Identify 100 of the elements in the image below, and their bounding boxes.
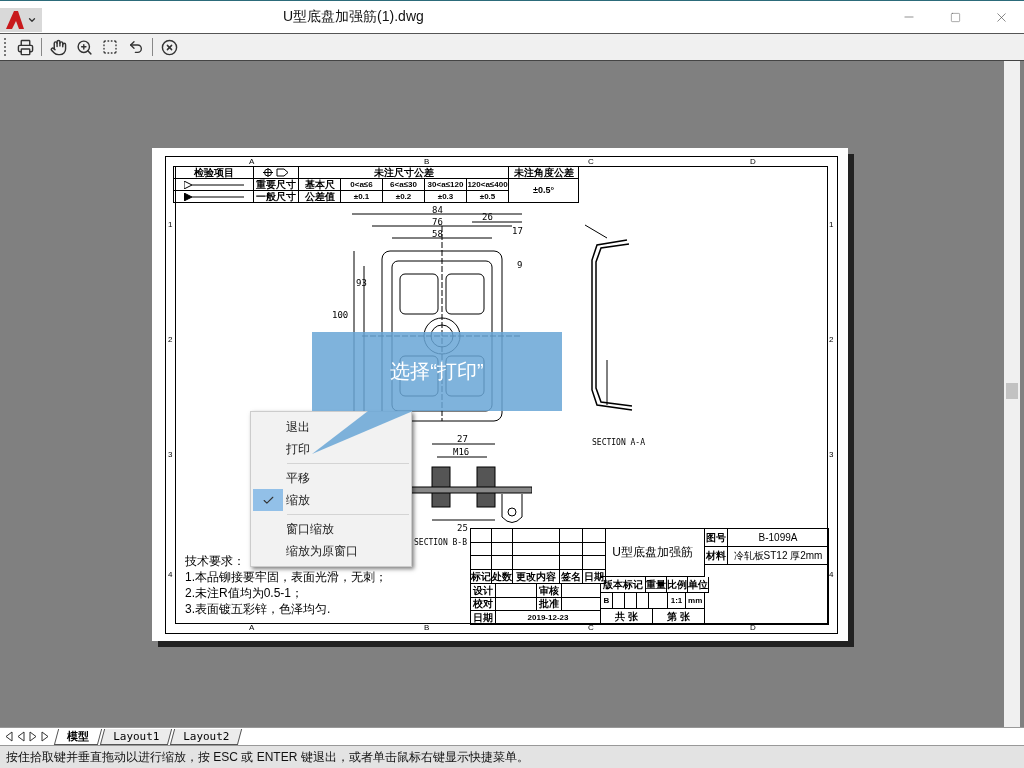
table-cell: 更改内容	[513, 570, 560, 584]
zone-label: D	[750, 158, 756, 166]
zoom-button[interactable]	[74, 37, 94, 57]
table-cell: B	[601, 593, 613, 609]
menu-item[interactable]: 退出	[251, 416, 411, 438]
table-cell: 1:1	[667, 593, 687, 609]
zone-label: 1	[829, 221, 834, 229]
table-cell: ±0.3	[425, 191, 467, 203]
zone-label: 3	[168, 451, 173, 459]
table-cell: 未注尺寸公差	[299, 167, 509, 179]
table-cell: 30<a≤120	[425, 179, 467, 191]
table-cell: ±0.5°	[509, 179, 579, 203]
table-cell: 审核	[537, 583, 562, 598]
table-cell: 比例	[667, 577, 688, 593]
table-cell: 第 张	[653, 609, 705, 625]
zone-label: 2	[829, 336, 834, 344]
thumb-icon	[1004, 383, 1020, 399]
table-cell: 检验项目	[174, 167, 254, 179]
menu-item[interactable]: 平移	[251, 467, 411, 489]
close-preview-button[interactable]	[159, 37, 179, 57]
next-tab-icon[interactable]	[28, 731, 38, 742]
table-cell: ±0.1	[341, 191, 383, 203]
table-cell: 设计	[471, 583, 496, 598]
menu-item[interactable]: 打印	[251, 438, 411, 460]
notes-title: 技术要求：	[185, 554, 246, 568]
zone-label: 4	[168, 571, 173, 579]
empty-cell	[583, 556, 606, 571]
table-cell: 批准	[537, 597, 562, 612]
section-label: SECTION B-B	[414, 538, 467, 547]
table-cell: 重要尺寸	[254, 179, 299, 191]
table-cell: 签名	[560, 570, 583, 584]
table-cell: 一般尺寸	[254, 191, 299, 203]
table-cell: 120<a≤400	[467, 179, 509, 191]
maximize-icon	[949, 11, 961, 23]
table-cell: 校对	[471, 597, 496, 612]
menu-item[interactable]: 缩放为原窗口	[251, 540, 411, 562]
zone-label: B	[424, 158, 430, 166]
table-cell: 公差值	[299, 191, 341, 203]
layout-tab[interactable]: Layout1	[99, 729, 173, 745]
previous-tab-icon[interactable]	[16, 731, 26, 742]
empty-cell	[496, 583, 537, 598]
table-cell: 材料	[705, 547, 728, 565]
table-cell: 重量	[646, 577, 667, 593]
application-menu-button[interactable]	[0, 8, 42, 32]
pan-button[interactable]	[48, 37, 68, 57]
zone-label: A	[249, 624, 255, 632]
empty-cell	[649, 593, 668, 609]
zone-label: 4	[829, 571, 834, 579]
table-cell: 基本尺	[299, 179, 341, 191]
note-line: 1.本品铆接要牢固，表面光滑，无刺；	[185, 570, 387, 584]
table-cell: ±0.5	[467, 191, 509, 203]
status-text: 按住拾取键并垂直拖动以进行缩放，按 ESC 或 ENTER 键退出，或者单击鼠标右键显示快捷菜单。	[0, 745, 1024, 768]
empty-cell	[492, 542, 513, 557]
logo-icon	[5, 10, 25, 30]
table-cell: 标记	[471, 570, 492, 584]
zone-label: 1	[168, 221, 173, 229]
table-cell: B-1099A	[728, 529, 829, 547]
empty-cell	[613, 593, 625, 609]
table-cell: ±0.2	[383, 191, 425, 203]
layout-tab[interactable]: 模型	[53, 729, 103, 745]
empty-cell	[562, 583, 601, 598]
table-cell: 6<a≤30	[383, 179, 425, 191]
empty-cell	[562, 597, 601, 612]
first-tab-icon[interactable]	[4, 731, 14, 742]
empty-cell	[513, 556, 560, 571]
empty-cell	[496, 597, 537, 612]
table-cell: 共 张	[601, 609, 653, 625]
menu-item[interactable]: 缩放	[251, 489, 411, 511]
table-cell: 处数	[492, 570, 513, 584]
last-tab-icon[interactable]	[40, 731, 50, 742]
zone-label: D	[750, 624, 756, 632]
print-button[interactable]	[15, 37, 35, 57]
table-cell: 0<a≤6	[341, 179, 383, 191]
zone-label: A	[249, 158, 255, 166]
note-line: 2.未注R值均为0.5-1；	[185, 586, 305, 600]
table-cell: 冷轧板ST12 厚2mm	[728, 547, 829, 565]
table-cell: 日期	[471, 611, 496, 626]
table-cell: 未注角度公差	[509, 167, 579, 179]
empty-cell	[560, 556, 583, 571]
empty-cell	[513, 542, 560, 557]
empty-cell	[492, 556, 513, 571]
zone-label: 2	[168, 336, 173, 344]
layout-tab[interactable]: Layout2	[170, 729, 243, 745]
table-cell: 图号	[705, 529, 728, 547]
note-line: 3.表面镀五彩锌，色泽均匀.	[185, 602, 332, 616]
zoom-window-button[interactable]	[100, 37, 120, 57]
table-cell: 2019-12-23	[496, 611, 601, 626]
empty-cell	[625, 593, 637, 609]
empty-cell	[637, 593, 649, 609]
table-cell: mm	[686, 593, 705, 609]
zone-label: B	[424, 624, 430, 632]
zone-label: C	[588, 158, 594, 166]
table-cell: 单位	[688, 577, 709, 593]
caret-icon	[27, 15, 37, 25]
empty-cell	[560, 542, 583, 557]
zone-label: 3	[829, 451, 834, 459]
menu-item[interactable]: 窗口缩放	[251, 518, 411, 540]
zone-label: C	[588, 624, 594, 632]
window-title: U型底盘加强筋(1).dwg	[283, 8, 424, 26]
empty-cell	[583, 542, 606, 557]
